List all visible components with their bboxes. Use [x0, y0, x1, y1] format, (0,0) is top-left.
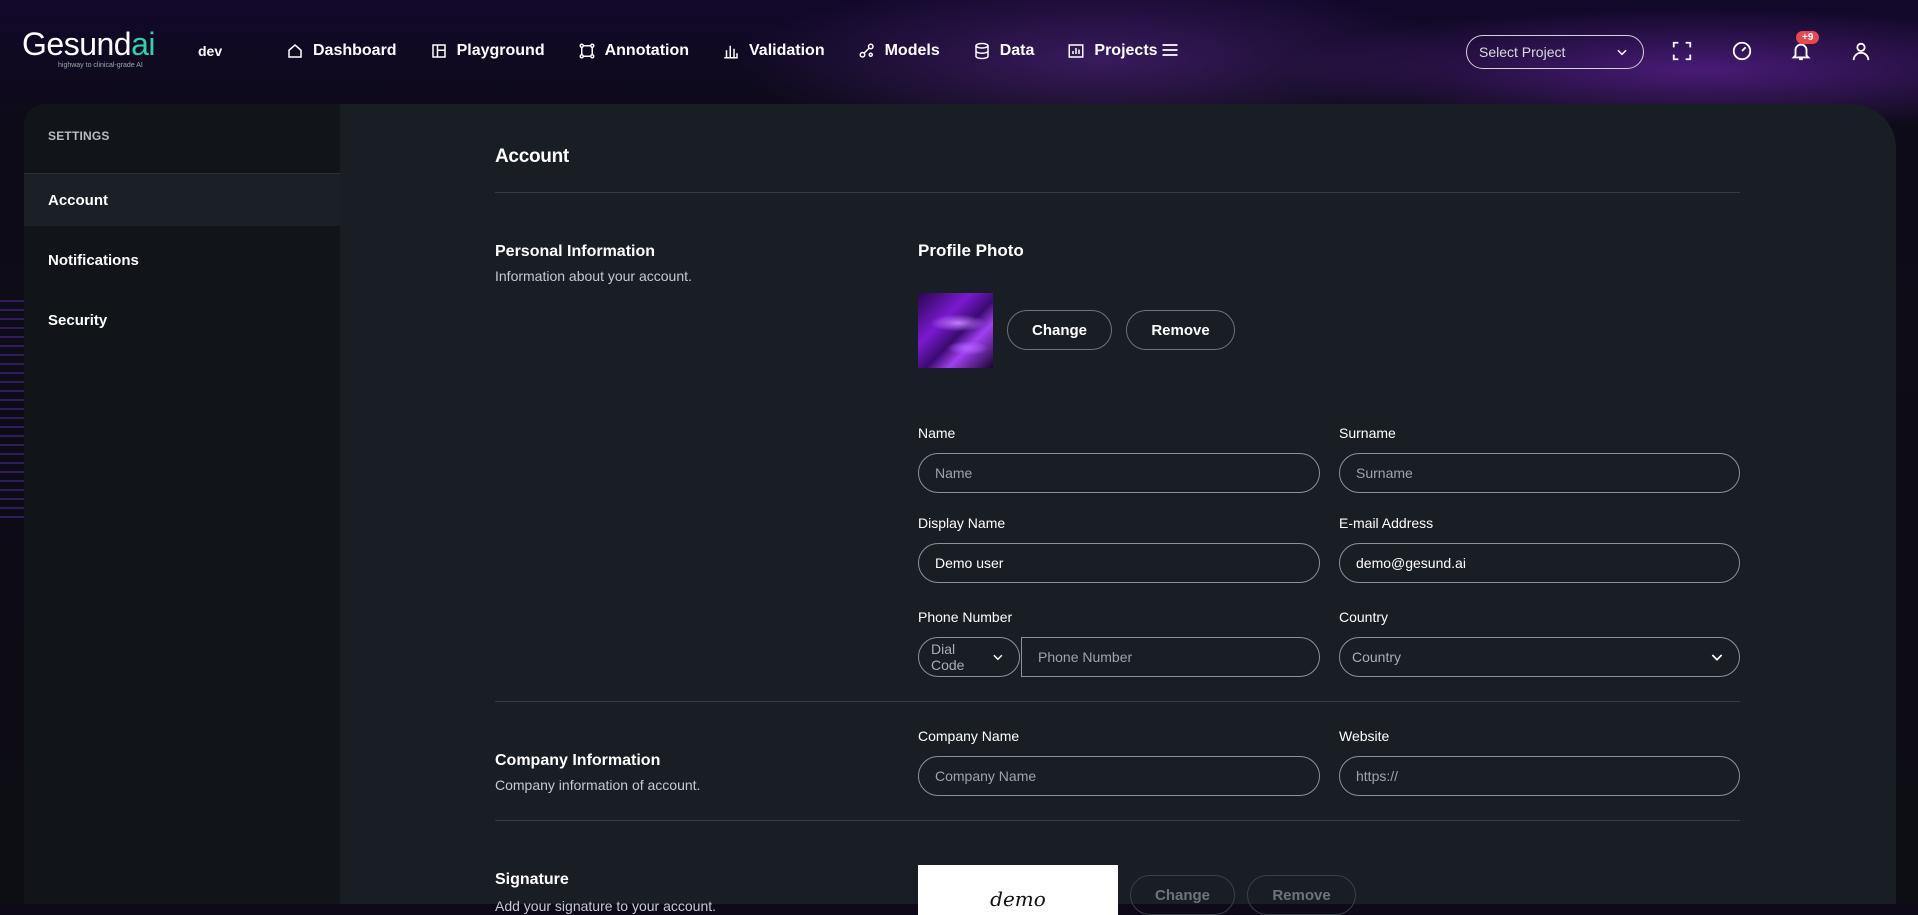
- display-name-label: Display Name: [918, 515, 1006, 531]
- change-signature-button[interactable]: Change: [1130, 875, 1235, 915]
- settings-sidebar: SETTINGS Account Notifications Security: [24, 104, 340, 904]
- company-info-title: Company Information: [495, 752, 661, 769]
- country-placeholder: Country: [1352, 649, 1402, 665]
- sidebar-heading: SETTINGS: [48, 129, 110, 143]
- nav-validation-label: Validation: [749, 42, 825, 59]
- name-field[interactable]: [918, 453, 1320, 493]
- sidebar-item-notifications[interactable]: Notifications: [24, 234, 340, 286]
- nav-data-label: Data: [999, 42, 1035, 59]
- bar-chart-icon: [724, 45, 738, 59]
- display-name-field[interactable]: [918, 543, 1320, 583]
- nav-data[interactable]: Data: [973, 38, 1035, 64]
- nav-annotation[interactable]: Annotation: [578, 38, 689, 64]
- top-navigation-bar: Gesundai highway to clinical-grade AI de…: [0, 0, 1918, 104]
- sidebar-item-label: Security: [48, 311, 108, 329]
- country-label: Country: [1339, 609, 1389, 625]
- gesund-logo[interactable]: Gesundai highway to clinical-grade AI: [22, 26, 155, 69]
- remove-signature-button[interactable]: Remove: [1247, 875, 1356, 915]
- nav-dashboard-label: Dashboard: [313, 42, 397, 59]
- nav-playground[interactable]: Playground: [430, 38, 545, 64]
- name-label: Name: [918, 425, 956, 441]
- profile-photo-label: Profile Photo: [918, 241, 1024, 260]
- phone-number-field[interactable]: [1021, 637, 1320, 677]
- nav-projects[interactable]: Projects: [1067, 38, 1158, 64]
- home-icon: [288, 44, 302, 58]
- signature-image: demo: [918, 865, 1118, 915]
- nav-models-label: Models: [884, 42, 940, 59]
- select-project-placeholder: Select Project: [1479, 44, 1566, 60]
- notification-count-badge: +9: [1796, 31, 1820, 44]
- personal-info-description: Information about your account.: [495, 268, 692, 284]
- sidebar-item-security[interactable]: Security: [24, 294, 340, 346]
- chevron-down-icon: [1711, 654, 1723, 661]
- dial-code-dropdown[interactable]: Dial Code: [918, 637, 1020, 677]
- company-info-description: Company information of account.: [495, 777, 701, 793]
- projects-icon: [1068, 44, 1084, 58]
- logo-tagline: highway to clinical-grade AI: [58, 62, 143, 69]
- nav-models[interactable]: Models: [858, 38, 940, 64]
- database-icon: [974, 42, 989, 60]
- company-name-field[interactable]: [918, 756, 1320, 796]
- surname-label: Surname: [1339, 425, 1396, 441]
- phone-number-label: Phone Number: [918, 609, 1013, 625]
- website-field[interactable]: [1339, 756, 1740, 796]
- select-project-dropdown[interactable]: Select Project: [1466, 35, 1644, 69]
- chevron-down-icon: [1617, 49, 1627, 56]
- signature-text: demo: [990, 887, 1046, 911]
- personal-info-title: Personal Information: [495, 243, 656, 260]
- signature-description: Add your signature to your account.: [495, 898, 717, 914]
- nav-annotation-label: Annotation: [604, 42, 690, 59]
- surname-field[interactable]: [1339, 453, 1740, 493]
- country-dropdown[interactable]: Country: [1339, 637, 1740, 677]
- playground-icon: [431, 44, 446, 58]
- nav-playground-label: Playground: [456, 42, 545, 59]
- main-nav: Dashboard Playground Annotation Validati…: [286, 38, 1191, 64]
- page-title: Account: [495, 146, 569, 167]
- sidebar-item-account[interactable]: Account: [24, 174, 340, 226]
- logo-text-ai: ai: [131, 26, 155, 62]
- profile-photo: [918, 293, 993, 368]
- models-icon: [859, 43, 874, 58]
- hamburger-menu-icon[interactable]: [1160, 40, 1180, 65]
- divider: [495, 820, 1740, 821]
- annotation-icon: [579, 43, 595, 59]
- environment-label: dev: [198, 43, 223, 59]
- divider: [495, 192, 1740, 193]
- nav-dashboard[interactable]: Dashboard: [286, 38, 397, 64]
- change-photo-button[interactable]: Change: [1007, 310, 1112, 350]
- divider: [495, 701, 1740, 702]
- user-profile-icon[interactable]: [1848, 38, 1874, 64]
- account-settings-panel: Account Personal Information Information…: [340, 104, 1896, 915]
- sidebar-item-label: Notifications: [48, 251, 139, 269]
- speedometer-icon[interactable]: [1729, 38, 1755, 64]
- nav-projects-label: Projects: [1094, 42, 1158, 59]
- dial-code-placeholder: Dial Code: [931, 641, 965, 673]
- website-label: Website: [1339, 728, 1390, 744]
- email-field[interactable]: [1339, 543, 1740, 583]
- remove-photo-button[interactable]: Remove: [1126, 310, 1235, 350]
- nav-validation[interactable]: Validation: [722, 38, 825, 64]
- signature-title: Signature: [495, 871, 569, 888]
- company-name-label: Company Name: [918, 728, 1020, 744]
- logo-text: Gesund: [22, 26, 132, 62]
- fullscreen-icon[interactable]: [1669, 38, 1695, 64]
- sidebar-item-label: Account: [48, 191, 108, 209]
- chevron-down-icon: [993, 654, 1003, 661]
- email-label: E-mail Address: [1339, 515, 1434, 531]
